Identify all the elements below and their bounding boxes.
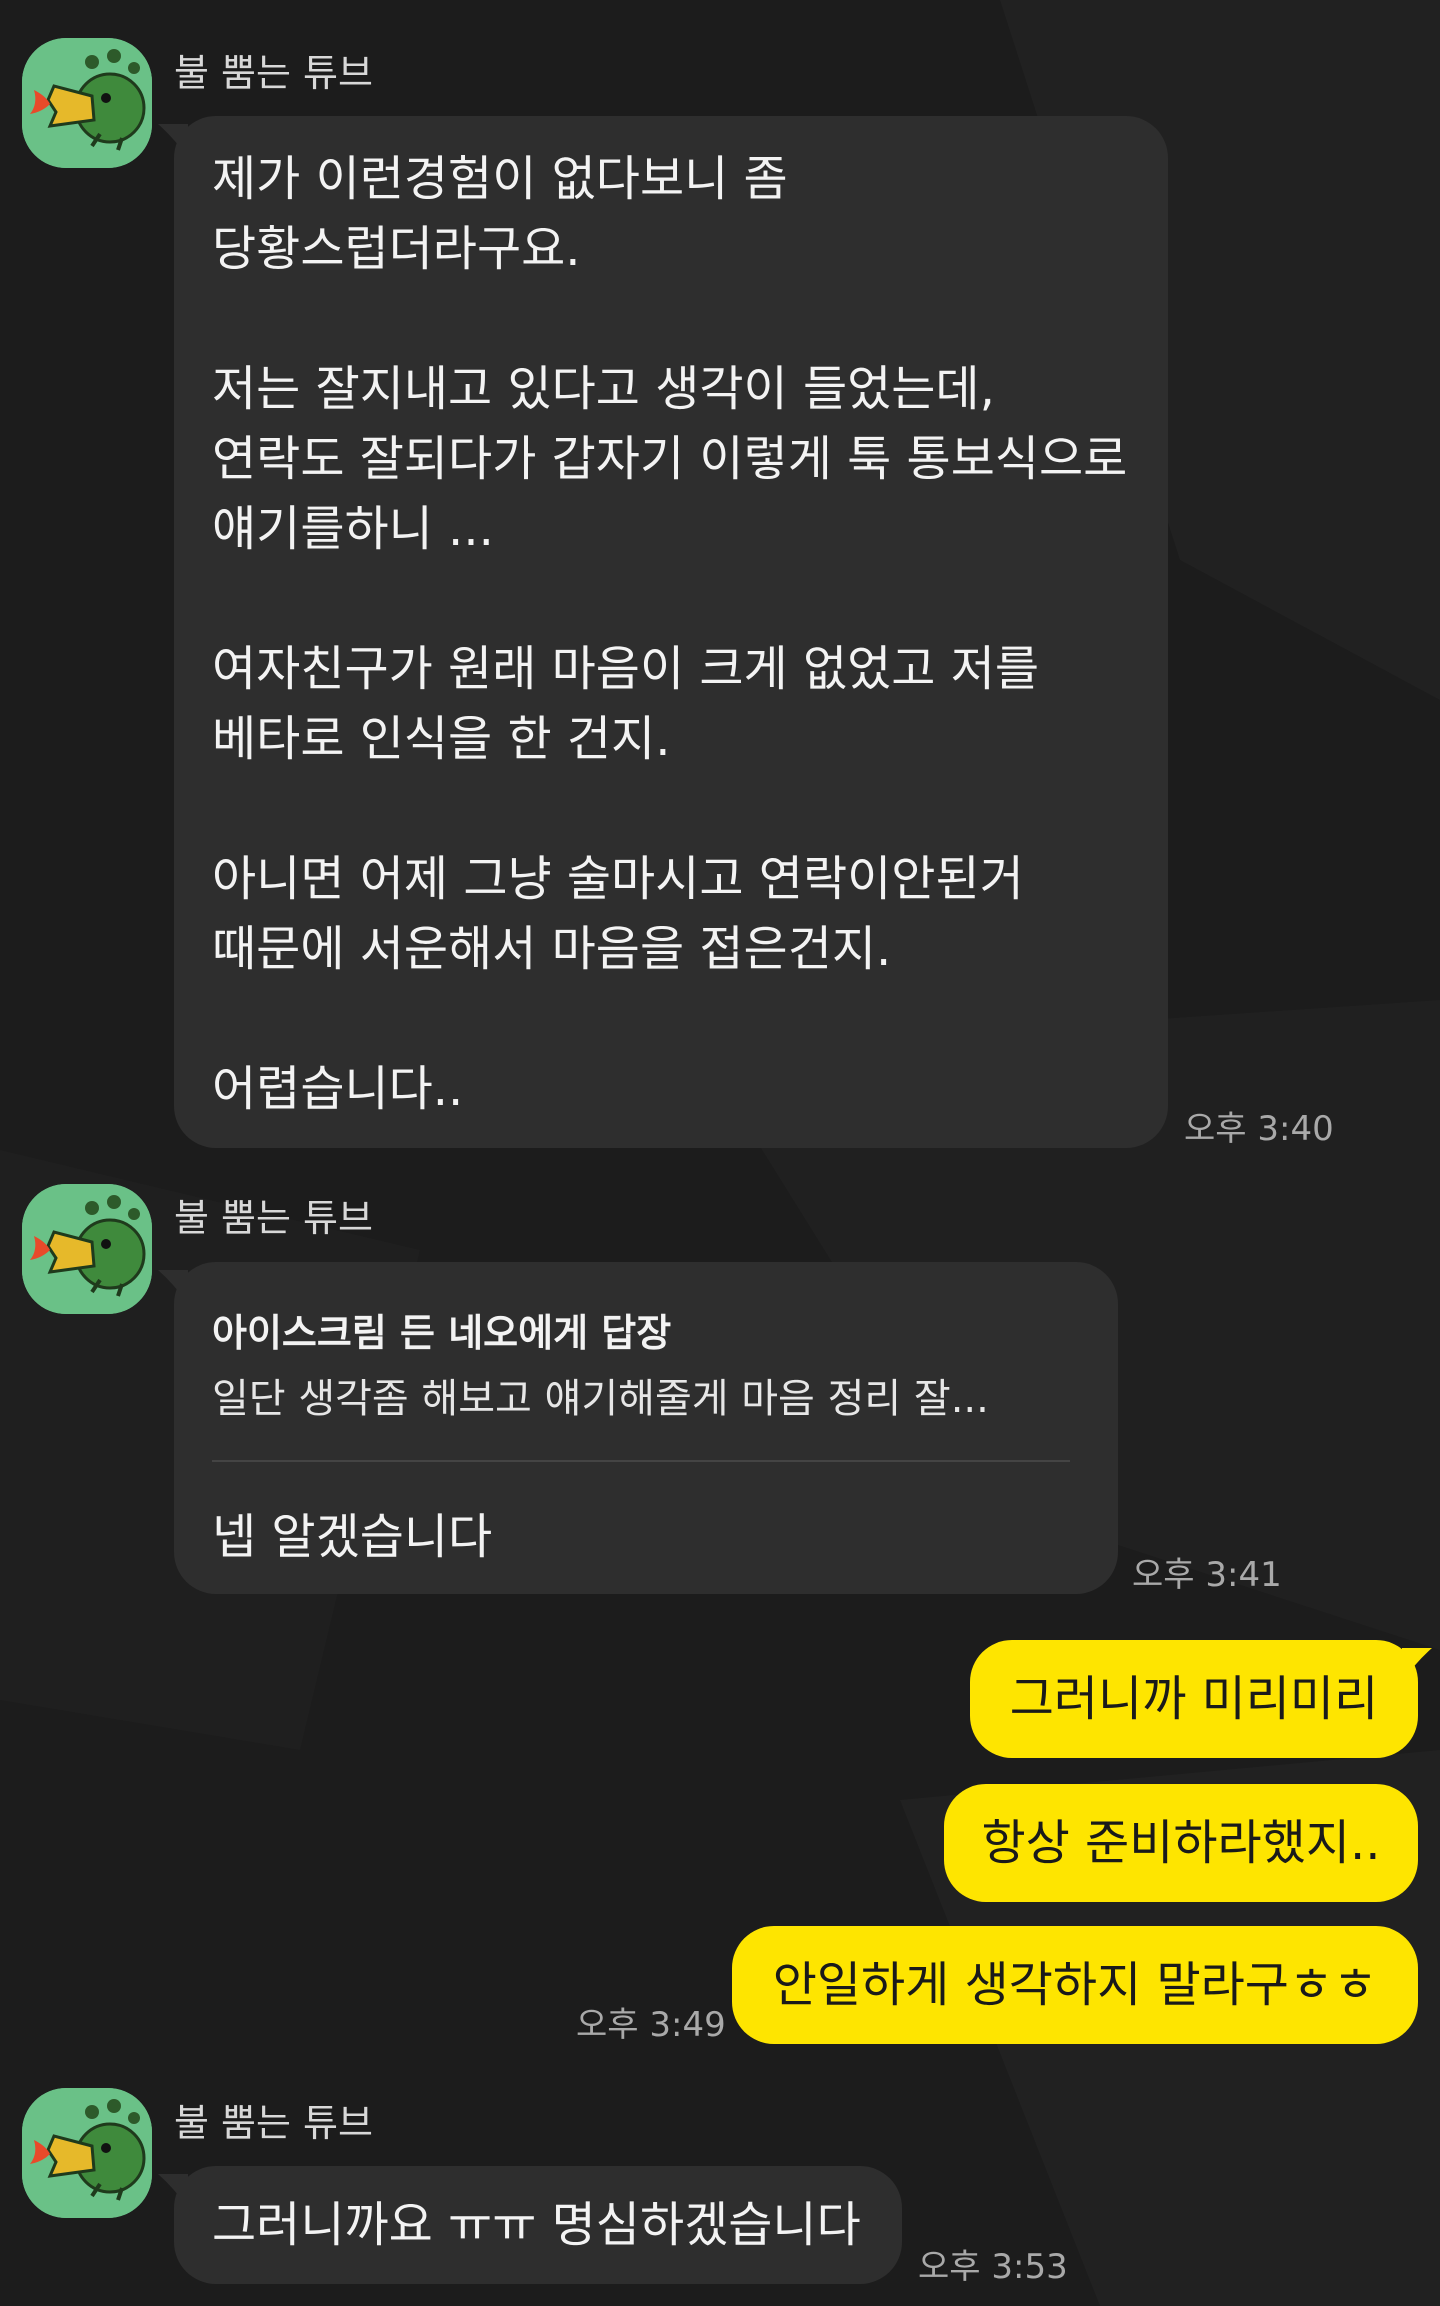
fire-breathing-tube-avatar-icon [22, 38, 152, 168]
sender-name: 불 뿜는 튜브 [174, 51, 373, 95]
sender-avatar[interactable] [22, 1184, 152, 1314]
message-time: 오후 3:53 [918, 2247, 1068, 2287]
fire-breathing-tube-avatar-icon [22, 1184, 152, 1314]
reply-message-bubble[interactable]: 아이스크림 든 네오에게 답장 일단 생각좀 해보고 얘기해줄게 마음 정리 잘… [174, 1262, 1118, 1594]
fire-breathing-tube-avatar-icon [22, 2088, 152, 2218]
reply-quoted-text[interactable]: 일단 생각좀 해보고 얘기해줄게 마음 정리 잘... [212, 1366, 989, 1424]
sender-name: 불 뿜는 튜브 [174, 1196, 373, 1240]
sender-avatar[interactable] [22, 38, 152, 168]
bubble-tail [158, 2174, 188, 2208]
sender-avatar[interactable] [22, 2088, 152, 2218]
message-time: 오후 3:40 [1184, 1109, 1334, 1149]
message-text: 항상 준비하라했지.. [981, 1815, 1381, 1871]
bubble-tail [1402, 1648, 1432, 1682]
sender-name: 불 뿜는 튜브 [174, 2101, 373, 2145]
bubble-tail [158, 124, 188, 158]
message-time: 오후 3:41 [1132, 1555, 1282, 1595]
reply-divider [212, 1460, 1070, 1462]
message-text: 안일하게 생각하지 말라구ㅎㅎ [772, 1957, 1378, 2013]
message-bubble[interactable]: 제가 이런경험이 없다보니 좀 당황스럽더라구요. 저는 잘지내고 있다고 생각… [174, 116, 1168, 1148]
message-text: 그러니까요 ㅠㅠ 명심하겠습니다 [212, 2197, 861, 2253]
message-text: 넵 알겠습니다 [212, 1509, 493, 1565]
my-message-bubble[interactable]: 안일하게 생각하지 말라구ㅎㅎ [732, 1926, 1418, 2044]
bubble-tail [158, 1270, 188, 1304]
message-text: 그러니까 미리미리 [1009, 1671, 1379, 1727]
my-message-bubble[interactable]: 항상 준비하라했지.. [944, 1784, 1418, 1902]
message-text: 제가 이런경험이 없다보니 좀 당황스럽더라구요. 저는 잘지내고 있다고 생각… [212, 151, 1128, 1117]
message-bubble[interactable]: 그러니까요 ㅠㅠ 명심하겠습니다 [174, 2166, 902, 2284]
my-message-bubble[interactable]: 그러니까 미리미리 [970, 1640, 1418, 1758]
message-time: 오후 3:49 [576, 2005, 726, 2045]
reply-target-title[interactable]: 아이스크림 든 네오에게 답장 [212, 1302, 671, 1357]
